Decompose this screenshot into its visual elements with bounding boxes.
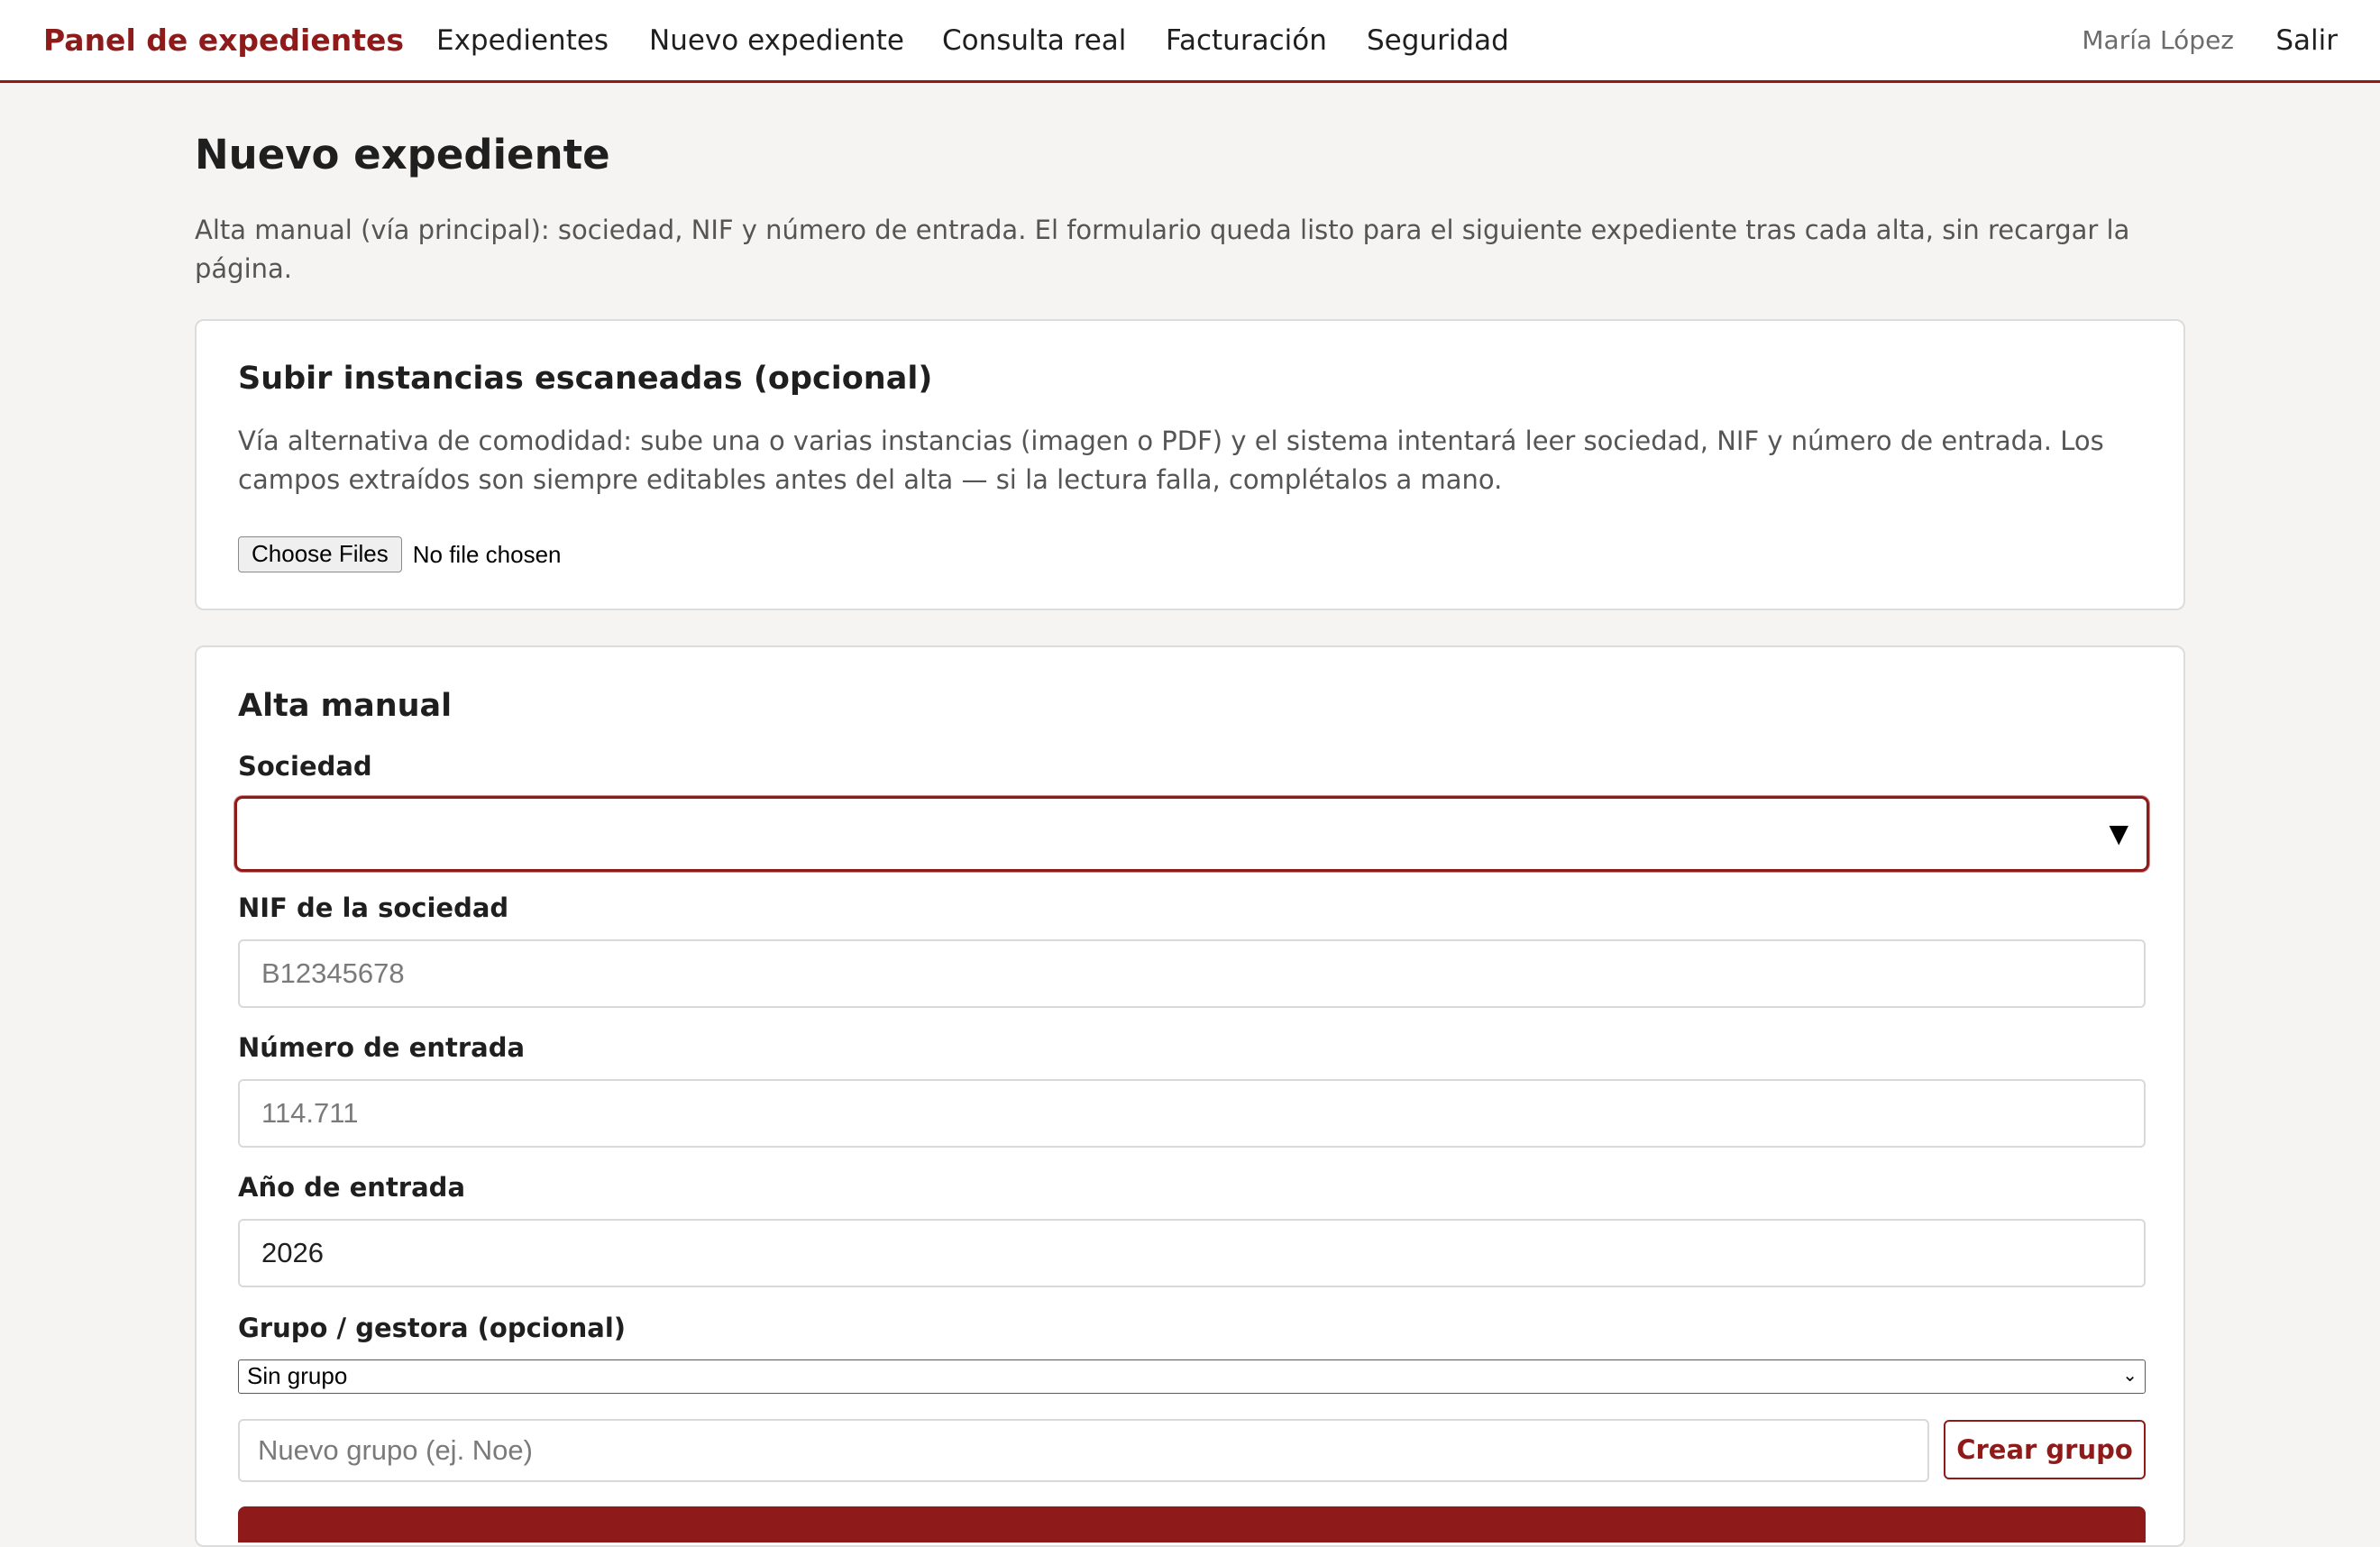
upload-card-title: Subir instancias escaneadas (opcional) [238, 361, 933, 397]
nav-link-consulta-real[interactable]: Consulta real [942, 0, 1126, 83]
nav-link-nuevo-expediente[interactable]: Nuevo expediente [649, 0, 904, 83]
file-status-text: No file chosen [412, 540, 562, 568]
create-group-button[interactable]: Crear grupo [1944, 1420, 2146, 1479]
grupo-label: Grupo / gestora (opcional) [238, 1313, 627, 1343]
nav-link-expedientes[interactable]: Expedientes [436, 0, 609, 83]
anio-entrada-input[interactable] [238, 1219, 2146, 1287]
page-intro: Alta manual (vía principal): sociedad, N… [195, 215, 2130, 284]
manual-entry-card: Alta manual Sociedad ▼ NIF de la socieda… [195, 645, 2185, 1547]
nav-link-seguridad[interactable]: Seguridad [1367, 0, 1509, 83]
brand-link[interactable]: Panel de expedientes [43, 0, 404, 83]
upload-card: Subir instancias escaneadas (opcional) V… [195, 319, 2185, 610]
numero-entrada-label: Número de entrada [238, 1032, 526, 1063]
numero-entrada-input[interactable] [238, 1079, 2146, 1148]
nuevo-grupo-input[interactable] [238, 1419, 1929, 1482]
top-navigation-bar: Panel de expedientes Expedientes Nuevo e… [0, 0, 2380, 83]
nav-link-facturacion[interactable]: Facturación [1166, 0, 1327, 83]
logout-link[interactable]: Salir [2275, 0, 2338, 83]
grupo-select-value: Sin grupo [247, 1362, 348, 1389]
nif-label: NIF de la sociedad [238, 892, 509, 923]
page-title: Nuevo expediente [195, 131, 610, 178]
submit-button[interactable] [238, 1506, 2146, 1542]
choose-files-button[interactable]: Choose Files [238, 536, 402, 572]
chevron-down-icon: ⌄ [2122, 1366, 2137, 1386]
file-picker: Choose Files No file chosen [238, 536, 562, 573]
upload-description: Vía alternativa de comodidad: sube una o… [238, 426, 2104, 495]
sociedad-select[interactable]: ▼ [234, 796, 2149, 872]
caret-down-icon: ▼ [2109, 819, 2128, 848]
nif-input[interactable] [238, 939, 2146, 1008]
manual-entry-title: Alta manual [238, 688, 453, 724]
grupo-select[interactable]: Sin grupo ⌄ [238, 1359, 2146, 1394]
sociedad-label: Sociedad [238, 751, 372, 782]
anio-entrada-label: Año de entrada [238, 1172, 466, 1203]
current-user-name: María López [2082, 25, 2234, 55]
